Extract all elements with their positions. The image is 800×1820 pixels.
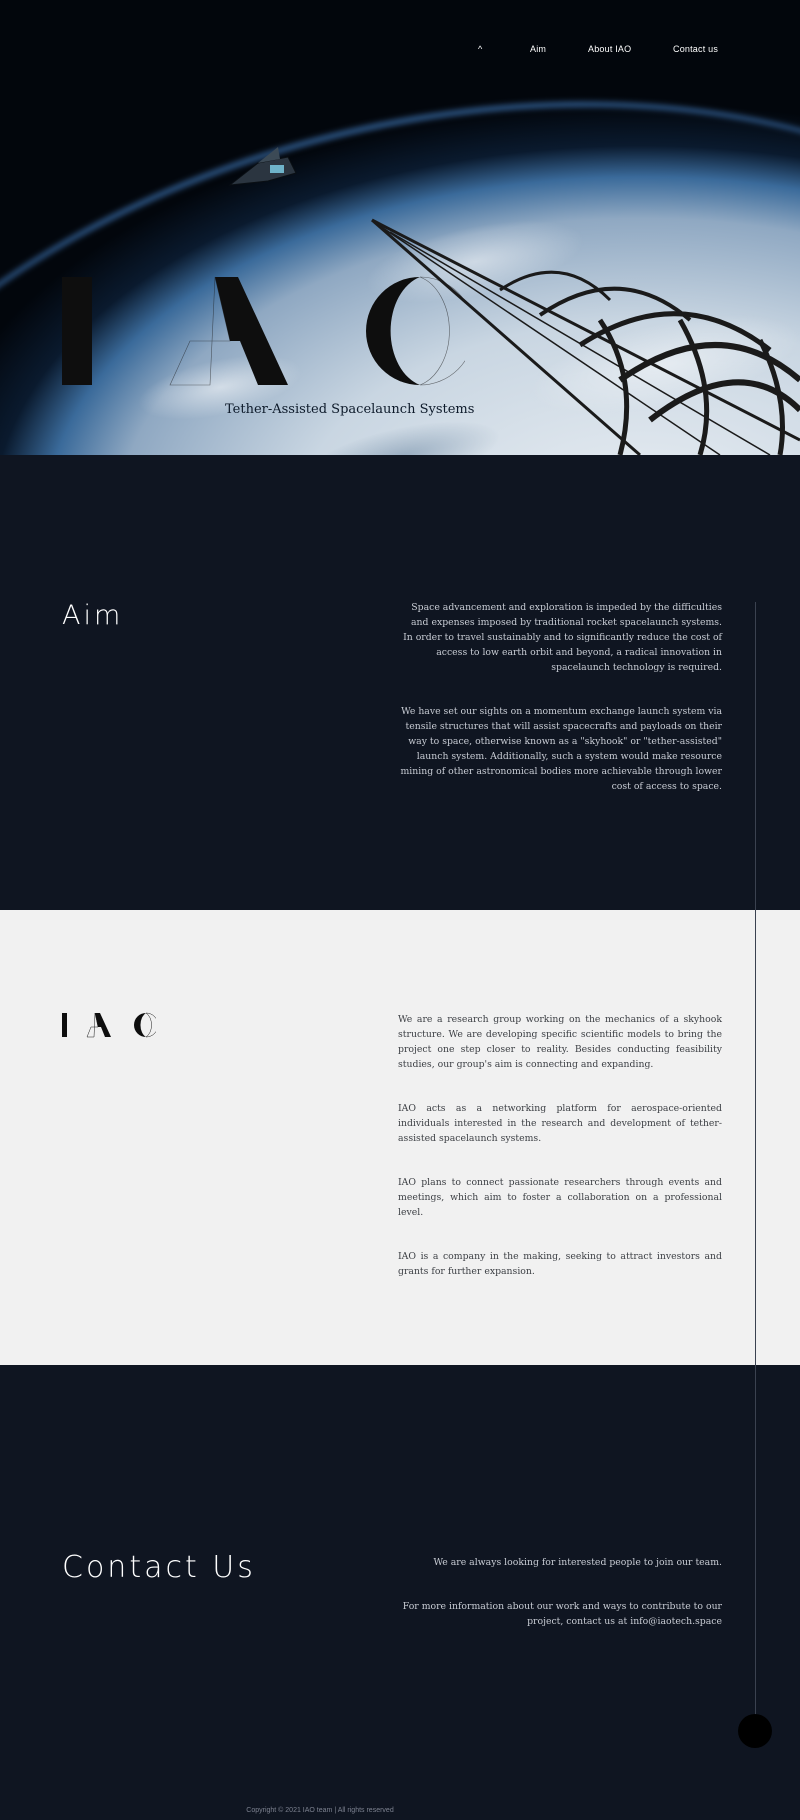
aim-paragraph: Space advancement and exploration is imp… — [403, 602, 722, 673]
aim-paragraph: We have set our sights on a momentum exc… — [400, 706, 722, 792]
about-paragraph: IAO acts as a networking platform for ae… — [398, 1103, 722, 1144]
main-nav: ^ Aim About IAO Contact us — [0, 44, 800, 64]
aim-title: Aim — [62, 600, 124, 631]
scroll-top-button[interactable] — [738, 1714, 772, 1748]
about-paragraph: IAO is a company in the making, seeking … — [398, 1251, 722, 1277]
nav-contact-link[interactable]: Contact us — [673, 44, 718, 54]
about-paragraph: We are a research group working on the m… — [398, 1014, 722, 1070]
contact-email-text[interactable]: For more information about our work and … — [400, 1599, 722, 1629]
iao-logo-large — [62, 276, 465, 386]
spacecraft-illustration — [228, 147, 297, 186]
contact-text: We are always looking for interested peo… — [400, 1555, 722, 1629]
aim-section: Aim Space advancement and exploration is… — [0, 455, 800, 910]
contact-invite-text: We are always looking for interested peo… — [433, 1557, 722, 1568]
hero-tagline: Tether-Assisted Spacelaunch Systems — [225, 402, 475, 417]
nav-aim-link[interactable]: Aim — [530, 44, 546, 54]
contact-section: Contact Us We are always looking for int… — [0, 1365, 800, 1820]
copyright-text: Copyright © 2021 IAO team | All rights r… — [246, 1807, 394, 1814]
contact-title: Contact Us — [62, 1550, 256, 1585]
hero-section: Tether-Assisted Spacelaunch Systems ^ Ai… — [0, 0, 800, 455]
iao-logo-small — [62, 1012, 156, 1038]
scroll-progress-line — [755, 602, 756, 1732]
nav-about-link[interactable]: About IAO — [588, 44, 631, 54]
about-text: We are a research group working on the m… — [398, 1012, 722, 1279]
about-section: We are a research group working on the m… — [0, 910, 800, 1365]
nav-home-link[interactable]: ^ — [478, 44, 482, 54]
aim-text: Space advancement and exploration is imp… — [400, 600, 722, 794]
about-paragraph: IAO plans to connect passionate research… — [398, 1177, 722, 1218]
